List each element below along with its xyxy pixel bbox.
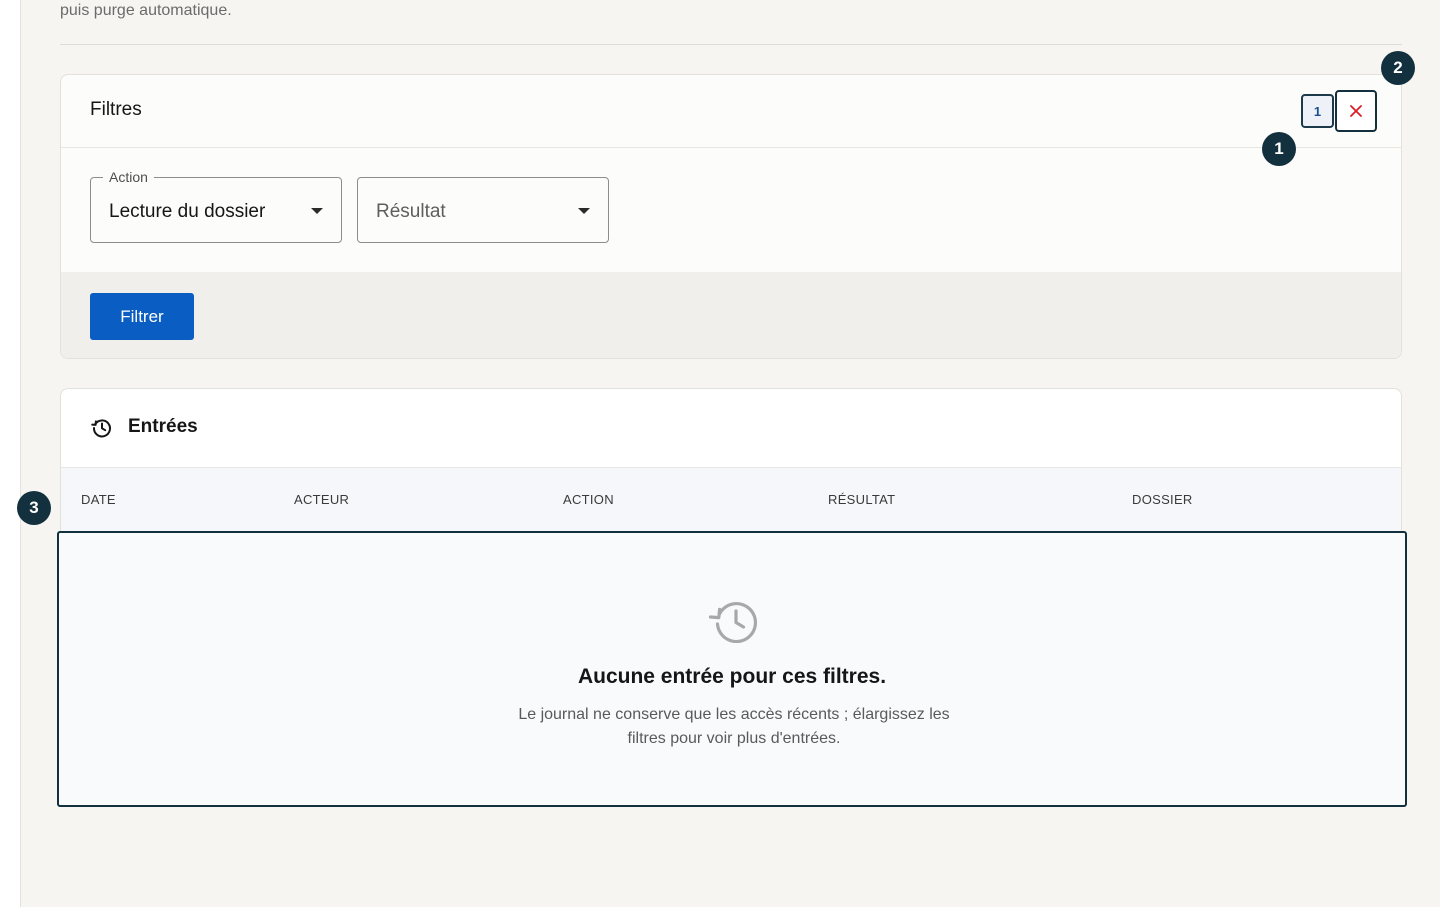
entries-header: Entrées (61, 389, 1401, 468)
column-header-action: ACTION (563, 492, 614, 507)
clear-filters-button[interactable] (1335, 90, 1377, 132)
column-header-date: DATE (81, 492, 116, 507)
action-select-value: Lecture du dossier (109, 201, 266, 222)
filter-submit-button[interactable]: Filtrer (90, 293, 194, 340)
entries-title: Entrées (128, 416, 198, 437)
side-rail (0, 0, 21, 907)
filters-panel: Filtres 1 Action Lecture du dossier Résu… (60, 74, 1402, 359)
history-icon (708, 601, 757, 643)
annotation-marker-2: 2 (1381, 51, 1415, 85)
filters-body: Action Lecture du dossier Résultat (61, 148, 1401, 272)
filters-footer: Filtrer (61, 272, 1401, 358)
annotation-marker-1: 1 (1262, 132, 1296, 166)
column-header-actor: ACTEUR (294, 492, 350, 507)
column-header-folder: DOSSIER (1132, 492, 1193, 507)
history-icon (91, 419, 111, 438)
caret-down-icon (311, 208, 323, 214)
column-header-result: RÉSULTAT (828, 492, 896, 507)
filters-title: Filtres (90, 99, 142, 120)
empty-state: Aucune entrée pour ces filtres. Le journ… (57, 531, 1407, 807)
action-select[interactable]: Action Lecture du dossier (90, 169, 342, 243)
divider (60, 44, 1402, 45)
table-header: DATE ACTEUR ACTION RÉSULTAT DOSSIER (61, 468, 1401, 531)
empty-state-title: Aucune entrée pour ces filtres. (577, 665, 887, 688)
result-select[interactable]: Résultat (357, 177, 609, 243)
close-icon (1350, 105, 1362, 117)
empty-state-description: Le journal ne conserve que les accès réc… (518, 706, 950, 747)
result-select-placeholder: Résultat (376, 201, 446, 222)
action-select-label: Action (103, 169, 154, 185)
active-filter-count-badge: 1 (1301, 94, 1334, 128)
active-filter-count: 1 (1313, 103, 1322, 119)
filters-header: Filtres 1 (61, 75, 1401, 148)
annotation-marker-3: 3 (17, 491, 51, 525)
entries-panel: Entrées DATE ACTEUR ACTION RÉSULTAT DOSS… (57, 388, 1407, 807)
caret-down-icon (578, 208, 590, 214)
intro-text: puis purge automatique. (60, 2, 232, 19)
